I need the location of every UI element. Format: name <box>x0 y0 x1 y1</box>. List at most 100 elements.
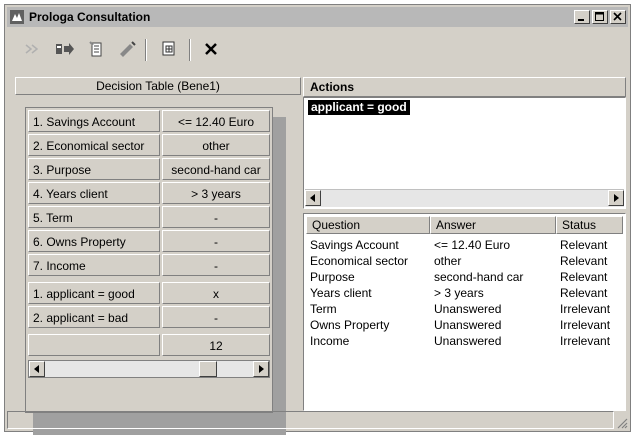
status-text: Relevant <box>560 238 608 252</box>
close-consultation-button[interactable] <box>199 37 223 61</box>
scroll-left-button[interactable] <box>29 361 45 377</box>
toolbar-separator <box>189 39 191 61</box>
copy-table-icon <box>162 41 175 56</box>
maximize-button[interactable] <box>592 10 608 24</box>
column-header-status[interactable]: Status <box>556 216 623 234</box>
condition-row[interactable]: 6. Owns Property - <box>28 230 270 254</box>
column-header-question[interactable]: Question <box>306 216 430 234</box>
answer-text: <= 12.40 Euro <box>434 238 511 252</box>
status-text: Relevant <box>560 286 608 300</box>
question-row[interactable]: Term Unanswered Irrelevant <box>304 302 637 317</box>
condition-row[interactable]: 1. Savings Account <= 12.40 Euro <box>28 110 270 134</box>
condition-label: 5. Term <box>28 206 160 228</box>
condition-label: 6. Owns Property <box>28 230 160 252</box>
question-row[interactable]: Economical sector other Relevant <box>304 254 637 269</box>
condition-value: <= 12.40 Euro <box>162 110 270 132</box>
right-arrow-icon <box>259 365 264 373</box>
right-arrow-icon <box>614 194 619 202</box>
close-icon <box>613 12 622 21</box>
condition-value: - <box>162 206 270 228</box>
scroll-right-button[interactable] <box>608 190 624 206</box>
actions-panel: Actions applicant = good <box>303 77 626 209</box>
question-text: Economical sector <box>310 254 409 268</box>
forward-arrow-icon <box>56 43 74 55</box>
resize-grip-icon[interactable] <box>614 415 628 429</box>
condition-value: second-hand car <box>162 158 270 180</box>
consultation-window: Prologa Consultation Decision Table (Ben… <box>4 4 631 435</box>
answer-text: other <box>434 254 462 268</box>
clear-button[interactable] <box>115 37 139 61</box>
back-arrows-icon <box>25 44 39 54</box>
scroll-thumb[interactable] <box>199 361 217 377</box>
table-horizontal-scrollbar[interactable] <box>28 360 270 378</box>
questions-panel: Question Answer Status Savings Account <… <box>303 213 626 411</box>
action-item[interactable]: applicant = good <box>308 100 410 115</box>
toolbar-separator <box>145 39 147 61</box>
actions-header: Actions <box>303 77 626 97</box>
print-preview-button[interactable] <box>85 37 109 61</box>
condition-label: 1. Savings Account <box>28 110 160 132</box>
column-header-answer[interactable]: Answer <box>430 216 556 234</box>
status-text: Irrelevant <box>560 334 611 348</box>
question-row[interactable]: Years client > 3 years Relevant <box>304 286 637 301</box>
action-row[interactable]: 1. applicant = good x <box>28 282 270 306</box>
condition-row[interactable]: 3. Purpose second-hand car <box>28 158 270 182</box>
action-label: 2. applicant = bad <box>28 306 160 328</box>
close-window-button[interactable] <box>610 10 626 24</box>
minimize-icon <box>578 19 584 21</box>
erase-icon <box>120 41 136 57</box>
left-arrow-icon <box>310 194 315 202</box>
answer-text: Unanswered <box>434 334 502 348</box>
empty-cell <box>28 334 160 356</box>
action-value: - <box>162 306 270 328</box>
column-number: 12 <box>162 334 270 356</box>
question-row[interactable]: Owns Property Unanswered Irrelevant <box>304 318 637 333</box>
question-text: Savings Account <box>310 238 399 252</box>
status-text: Relevant <box>560 254 608 268</box>
status-text: Irrelevant <box>560 318 611 332</box>
scroll-right-button[interactable] <box>253 361 269 377</box>
question-row[interactable]: Purpose second-hand car Relevant <box>304 270 637 285</box>
left-arrow-icon <box>34 365 39 373</box>
question-row[interactable]: Income Unanswered Irrelevant <box>304 334 637 349</box>
print-preview-icon <box>89 41 102 57</box>
question-row[interactable]: Savings Account <= 12.40 Euro Relevant <box>304 238 637 253</box>
title-bar[interactable]: Prologa Consultation <box>7 7 628 27</box>
answer-text: Unanswered <box>434 318 502 332</box>
window-title: Prologa Consultation <box>29 10 151 24</box>
condition-row[interactable]: 7. Income - <box>28 254 270 278</box>
question-text: Owns Property <box>310 318 390 332</box>
close-x-icon <box>205 43 217 55</box>
condition-row[interactable]: 4. Years client > 3 years <box>28 182 270 206</box>
question-text: Term <box>310 302 337 316</box>
question-text: Years client <box>310 286 372 300</box>
status-text: Irrelevant <box>560 302 611 316</box>
back-button[interactable] <box>21 37 45 61</box>
question-text: Income <box>310 334 350 348</box>
action-label: 1. applicant = good <box>28 282 160 304</box>
decision-table-header: Decision Table (Bene1) <box>15 77 301 95</box>
condition-row[interactable]: 5. Term - <box>28 206 270 230</box>
condition-label: 7. Income <box>28 254 160 276</box>
answer-text: second-hand car <box>434 270 524 284</box>
toolbar <box>7 33 628 67</box>
status-pane <box>7 411 614 429</box>
decision-table-panel: Decision Table (Bene1) 1. Savings Accoun… <box>15 77 301 435</box>
decision-table-grid: 1. Savings Account <= 12.40 Euro 2. Econ… <box>25 107 273 413</box>
answer-text: Unanswered <box>434 302 502 316</box>
condition-value: > 3 years <box>162 182 270 204</box>
scroll-left-button[interactable] <box>305 190 321 206</box>
minimize-button[interactable] <box>574 10 590 24</box>
actions-horizontal-scrollbar[interactable] <box>305 189 624 207</box>
condition-row[interactable]: 2. Economical sector other <box>28 134 270 158</box>
forward-button[interactable] <box>53 37 77 61</box>
actions-list[interactable]: applicant = good <box>303 97 626 209</box>
copy-table-button[interactable] <box>157 37 181 61</box>
action-row[interactable]: 2. applicant = bad - <box>28 306 270 330</box>
condition-label: 2. Economical sector <box>28 134 160 156</box>
action-value: x <box>162 282 270 304</box>
status-text: Relevant <box>560 270 608 284</box>
condition-label: 3. Purpose <box>28 158 160 180</box>
question-text: Purpose <box>310 270 355 284</box>
status-bar <box>7 411 628 429</box>
